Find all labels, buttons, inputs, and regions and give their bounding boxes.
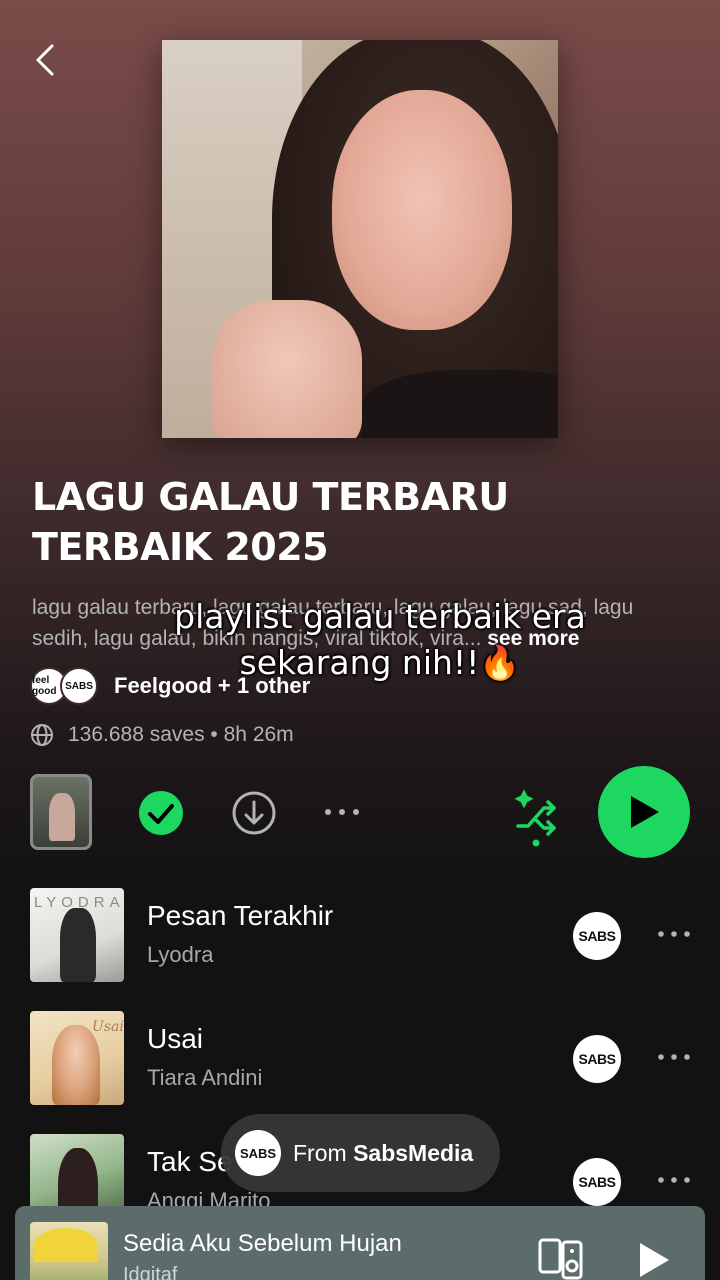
more-horizontal-icon[interactable] bbox=[322, 802, 362, 822]
track-cover-art: Usai bbox=[30, 1011, 124, 1105]
creator-avatar-sabs: SABS bbox=[60, 667, 98, 705]
sabs-media-badge: SABS bbox=[235, 1130, 281, 1176]
track-source-badge[interactable]: SABS bbox=[573, 1035, 621, 1083]
creator-names[interactable]: Feelgood + 1 other bbox=[114, 673, 310, 699]
track-source-badge[interactable]: SABS bbox=[573, 912, 621, 960]
playlist-meta: 136.688 saves • 8h 26m bbox=[30, 720, 294, 750]
track-title: Pesan Terakhir bbox=[147, 900, 334, 931]
track-artist: Lyodra bbox=[147, 942, 214, 967]
source-toast[interactable]: SABS From SabsMedia bbox=[221, 1114, 500, 1192]
download-icon[interactable] bbox=[231, 790, 277, 836]
playlist-creators[interactable]: feel good SABS Feelgood + 1 other bbox=[30, 666, 310, 706]
track-cover-art: LYODRA bbox=[30, 888, 124, 982]
preview-thumbnail-button[interactable] bbox=[30, 774, 92, 850]
chevron-left-icon bbox=[36, 44, 54, 76]
more-horizontal-icon[interactable] bbox=[656, 1047, 692, 1067]
playlist-cover-image bbox=[162, 40, 558, 438]
globe-icon bbox=[31, 724, 53, 746]
playlist-action-bar bbox=[0, 764, 720, 860]
track-title: Usai bbox=[147, 1023, 204, 1054]
play-icon bbox=[631, 796, 659, 828]
playlist-title: LAGU GALAU TERBARU TERBAIK 2025 bbox=[32, 475, 509, 569]
connect-device-icon[interactable] bbox=[537, 1236, 585, 1280]
check-circle-icon[interactable] bbox=[138, 790, 184, 836]
track-row[interactable]: LYODRA Pesan Terakhir Lyodra SABS bbox=[0, 888, 720, 998]
toast-label: From SabsMedia bbox=[293, 1139, 474, 1166]
more-horizontal-icon[interactable] bbox=[656, 924, 692, 944]
track-source-badge[interactable]: SABS bbox=[573, 1158, 621, 1206]
now-playing-title: Sedia Aku Sebelum Hujan bbox=[123, 1230, 402, 1257]
track-title: Tak Se bbox=[147, 1146, 233, 1177]
now-playing-artist: Idgitaf bbox=[123, 1264, 178, 1280]
track-row[interactable]: Usai Usai Tiara Andini SABS bbox=[0, 1011, 720, 1121]
saves-and-duration: 136.688 saves • 8h 26m bbox=[68, 723, 294, 746]
more-horizontal-icon[interactable] bbox=[656, 1170, 692, 1190]
back-button[interactable] bbox=[30, 40, 62, 80]
track-artist: Tiara Andini bbox=[147, 1065, 263, 1090]
smart-shuffle-icon[interactable] bbox=[510, 786, 562, 850]
now-playing-cover-art bbox=[30, 1222, 108, 1280]
now-playing-bar[interactable]: Sedia Aku Sebelum Hujan Idgitaf bbox=[15, 1206, 705, 1280]
play-button[interactable] bbox=[598, 766, 690, 858]
play-icon[interactable] bbox=[637, 1240, 671, 1280]
